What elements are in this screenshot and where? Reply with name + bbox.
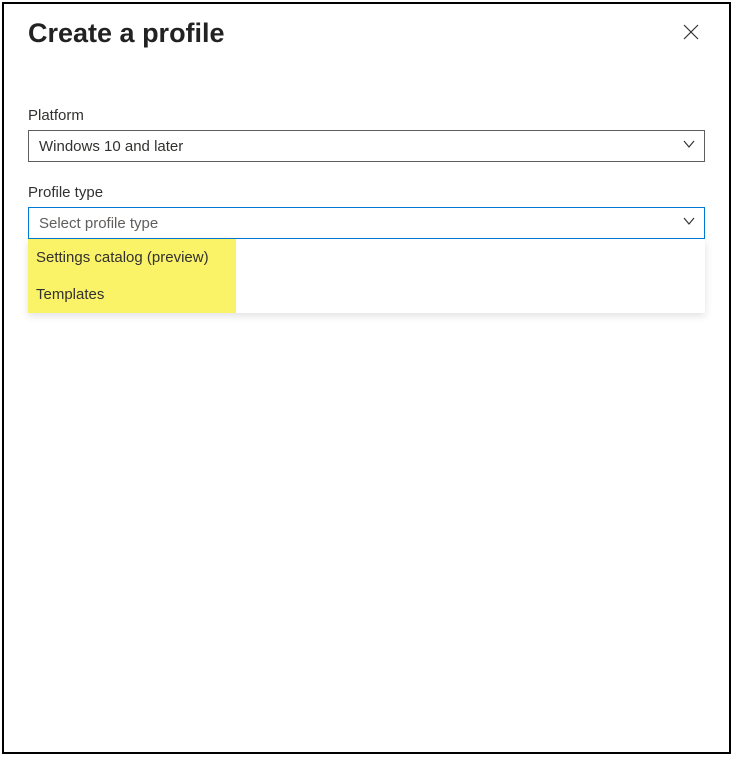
- close-icon: [683, 24, 699, 40]
- profile-type-option-templates[interactable]: Templates: [28, 276, 236, 313]
- panel-title: Create a profile: [28, 18, 225, 49]
- profile-type-option-settings-catalog[interactable]: Settings catalog (preview): [28, 239, 236, 276]
- profile-type-options-list: Settings catalog (preview) Templates: [28, 239, 705, 313]
- profile-type-select[interactable]: Select profile type: [28, 207, 705, 239]
- profile-type-label: Profile type: [28, 184, 705, 201]
- chevron-down-icon: [682, 137, 696, 156]
- platform-select[interactable]: Windows 10 and later: [28, 130, 705, 162]
- create-profile-panel: Create a profile Platform Windows 10 and…: [2, 2, 731, 754]
- profile-type-dropdown: Select profile type Settings catalog (pr…: [28, 207, 705, 239]
- panel-header: Create a profile: [28, 18, 705, 49]
- platform-value: Windows 10 and later: [39, 138, 183, 155]
- profile-type-field: Profile type Select profile type Setting…: [28, 184, 705, 239]
- chevron-down-icon: [682, 214, 696, 233]
- platform-label: Platform: [28, 107, 705, 124]
- close-button[interactable]: [677, 18, 705, 46]
- platform-field: Platform Windows 10 and later: [28, 107, 705, 162]
- profile-type-placeholder: Select profile type: [39, 215, 158, 232]
